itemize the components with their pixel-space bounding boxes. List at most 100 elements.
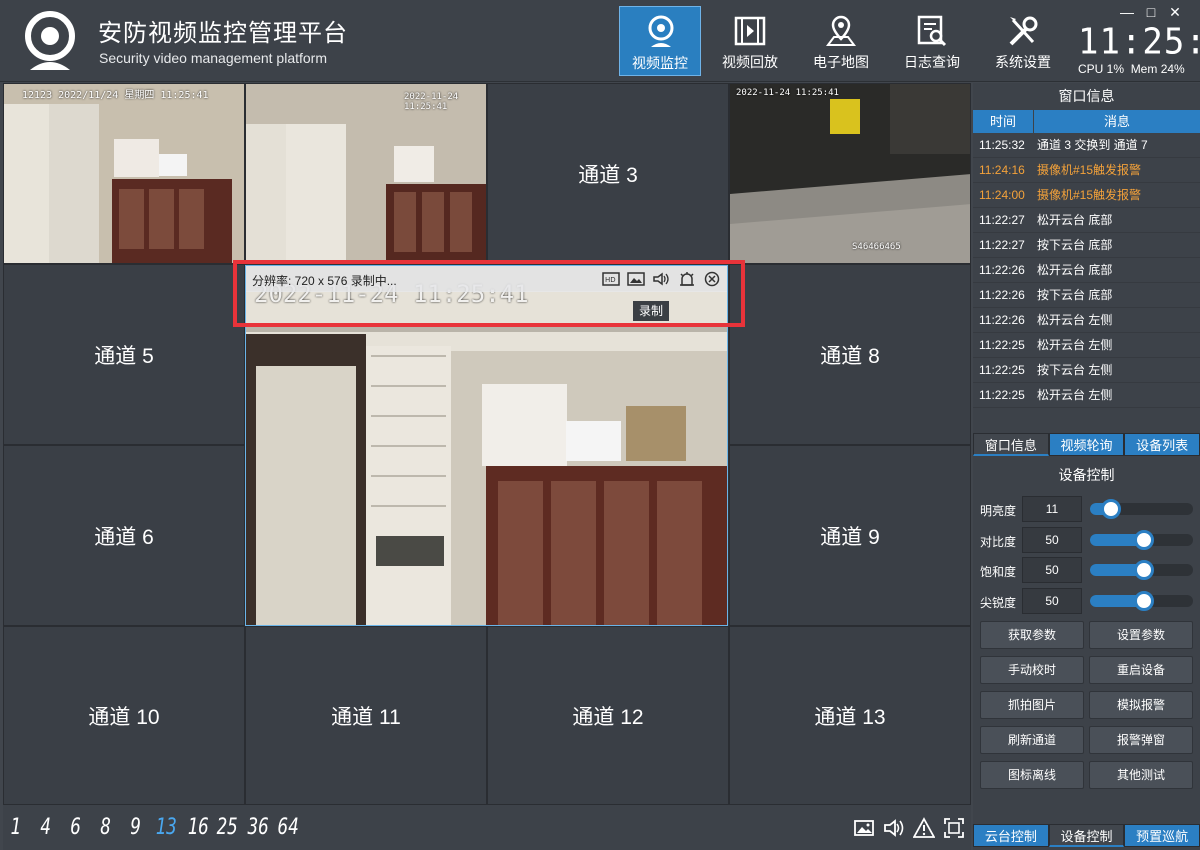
layout-36[interactable]: 36 xyxy=(248,815,269,840)
nav-label: 视频监控 xyxy=(632,55,688,71)
brightness-track[interactable] xyxy=(1090,499,1193,519)
layout-8[interactable]: 8 xyxy=(100,815,111,840)
slider-saturation: 饱和度 50 xyxy=(980,557,1195,585)
nav-label: 电子地图 xyxy=(813,54,869,70)
video-cell-9[interactable]: 通道 9 xyxy=(729,445,971,626)
tab-preset-cruise[interactable]: 预置巡航 xyxy=(1124,824,1200,847)
log-time: 11:22:26 xyxy=(979,313,1025,327)
video-cell-10[interactable]: 通道 10 xyxy=(3,626,245,805)
nav-label: 视频回放 xyxy=(722,54,778,70)
log-message: 摄像机#15触发报警 xyxy=(1037,188,1142,202)
resolution-status: 分辨率: 720 x 576 录制中... xyxy=(252,274,397,288)
nav-video-playback[interactable]: 视频回放 xyxy=(709,6,791,76)
sharpness-track[interactable] xyxy=(1090,591,1193,611)
volume-icon[interactable] xyxy=(652,271,670,287)
simulate-alarm-button[interactable]: 模拟报警 xyxy=(1089,691,1193,719)
fullscreen-icon[interactable] xyxy=(943,817,965,839)
layout-6[interactable]: 6 xyxy=(70,815,81,840)
log-time: 11:24:16 xyxy=(979,163,1025,177)
tab-ptz-control[interactable]: 云台控制 xyxy=(973,824,1049,847)
layout-25[interactable]: 25 xyxy=(217,815,238,840)
layout-4[interactable]: 4 xyxy=(40,815,51,840)
layout-13[interactable]: 13 xyxy=(156,815,177,840)
layout-1[interactable]: 1 xyxy=(10,815,21,840)
layout-16[interactable]: 16 xyxy=(188,815,209,840)
camera-feed-image xyxy=(4,84,244,263)
video-cell-4[interactable]: 2022-11-24 11:25:41 S46466465 xyxy=(729,83,971,264)
layout-9[interactable]: 9 xyxy=(130,815,141,840)
log-message: 摄像机#15触发报警 xyxy=(1037,163,1142,177)
app-title: 安防视频监控管理平台 xyxy=(98,20,348,47)
saturation-value[interactable]: 50 xyxy=(1022,557,1082,583)
system-stats: CPU 1% Mem 24% xyxy=(1078,62,1185,76)
tab-device-control[interactable]: 设备控制 xyxy=(1048,824,1125,847)
nav-system-settings[interactable]: 系统设置 xyxy=(982,6,1064,76)
slider-contrast: 对比度 50 xyxy=(980,527,1195,555)
video-cell-8[interactable]: 通道 8 xyxy=(729,264,971,445)
maximize-button[interactable]: □ xyxy=(1142,4,1160,20)
saturation-track[interactable] xyxy=(1090,560,1193,580)
set-params-button[interactable]: 设置参数 xyxy=(1089,621,1193,649)
control-tabs: 云台控制 设备控制 预置巡航 xyxy=(973,824,1200,847)
log-table-header: 时间 消息 xyxy=(973,110,1200,133)
mem-usage: Mem 24% xyxy=(1130,62,1185,76)
webcam-icon xyxy=(648,15,674,47)
log-time: 11:22:26 xyxy=(979,288,1025,302)
get-params-button[interactable]: 获取参数 xyxy=(980,621,1084,649)
video-cell-5[interactable]: 通道 5 xyxy=(3,264,245,445)
svg-text:HD: HD xyxy=(605,276,616,284)
hd-toggle-icon[interactable]: HD xyxy=(601,271,620,287)
log-message: 松开云台 左侧 xyxy=(1037,313,1113,327)
volume-icon[interactable] xyxy=(883,817,905,839)
log-row: 11:22:26 松开云台 底部 xyxy=(973,258,1200,283)
tab-video-polling[interactable]: 视频轮询 xyxy=(1048,433,1125,456)
video-cell-3[interactable]: 通道 3 xyxy=(487,83,729,264)
icon-offline-button[interactable]: 图标离线 xyxy=(980,761,1084,789)
alarm-popup-button[interactable]: 报警弹窗 xyxy=(1089,726,1193,754)
contrast-value[interactable]: 50 xyxy=(1022,527,1082,553)
slider-knob[interactable] xyxy=(1101,499,1121,519)
sharpness-value[interactable]: 50 xyxy=(1022,588,1082,614)
log-row: 11:22:26 松开云台 左侧 xyxy=(973,308,1200,333)
video-cell-13[interactable]: 通道 13 xyxy=(729,626,971,805)
tools-icon xyxy=(1009,16,1038,46)
video-cell-2[interactable]: 2022-11-24 11:25:41 xyxy=(245,83,487,264)
minimize-button[interactable]: — xyxy=(1118,4,1136,20)
nav-log-query[interactable]: 日志查询 xyxy=(891,6,973,76)
nav-video-monitor[interactable]: 视频监控 xyxy=(619,6,701,76)
slider-knob[interactable] xyxy=(1134,560,1154,580)
slider-label: 对比度 xyxy=(980,535,1017,549)
nav-e-map[interactable]: 电子地图 xyxy=(800,6,882,76)
video-cell-1[interactable]: 12123 2022/11/24 星期四 11:25:41 xyxy=(3,83,245,264)
close-icon[interactable] xyxy=(703,271,721,287)
contrast-track[interactable] xyxy=(1090,530,1193,550)
log-message: 按下云台 底部 xyxy=(1037,238,1113,252)
video-toolbar: 分辨率: 720 x 576 录制中... HD xyxy=(246,266,727,292)
webcam-logo-icon xyxy=(25,11,75,70)
refresh-channels-button[interactable]: 刷新通道 xyxy=(980,726,1084,754)
manual-time-sync-button[interactable]: 手动校时 xyxy=(980,656,1084,684)
video-cell-6[interactable]: 通道 6 xyxy=(3,445,245,626)
layout-64[interactable]: 64 xyxy=(278,815,299,840)
video-cell-12[interactable]: 通道 12 xyxy=(487,626,729,805)
brightness-value[interactable]: 11 xyxy=(1022,496,1082,522)
record-alarm-icon[interactable] xyxy=(678,271,696,287)
header: 安防视频监控管理平台 Security video management pla… xyxy=(0,0,1200,82)
tab-window-info[interactable]: 窗口信息 xyxy=(973,433,1049,456)
restart-device-button[interactable]: 重启设备 xyxy=(1089,656,1193,684)
snapshot-icon[interactable] xyxy=(627,271,645,287)
snapshot-icon[interactable] xyxy=(853,817,875,839)
other-tests-button[interactable]: 其他测试 xyxy=(1089,761,1193,789)
slider-knob[interactable] xyxy=(1134,530,1154,550)
capture-image-button[interactable]: 抓拍图片 xyxy=(980,691,1084,719)
log-row: 11:22:25 按下云台 左侧 xyxy=(973,358,1200,383)
map-pin-icon xyxy=(826,15,856,46)
video-cell-11[interactable]: 通道 11 xyxy=(245,626,487,805)
nav-label: 系统设置 xyxy=(995,54,1051,70)
slider-label: 尖锐度 xyxy=(980,596,1017,610)
log-time: 11:22:25 xyxy=(979,338,1025,352)
slider-knob[interactable] xyxy=(1134,591,1154,611)
close-button[interactable]: ✕ xyxy=(1166,4,1184,21)
warning-icon[interactable] xyxy=(913,817,935,839)
tab-device-list[interactable]: 设备列表 xyxy=(1124,433,1200,456)
